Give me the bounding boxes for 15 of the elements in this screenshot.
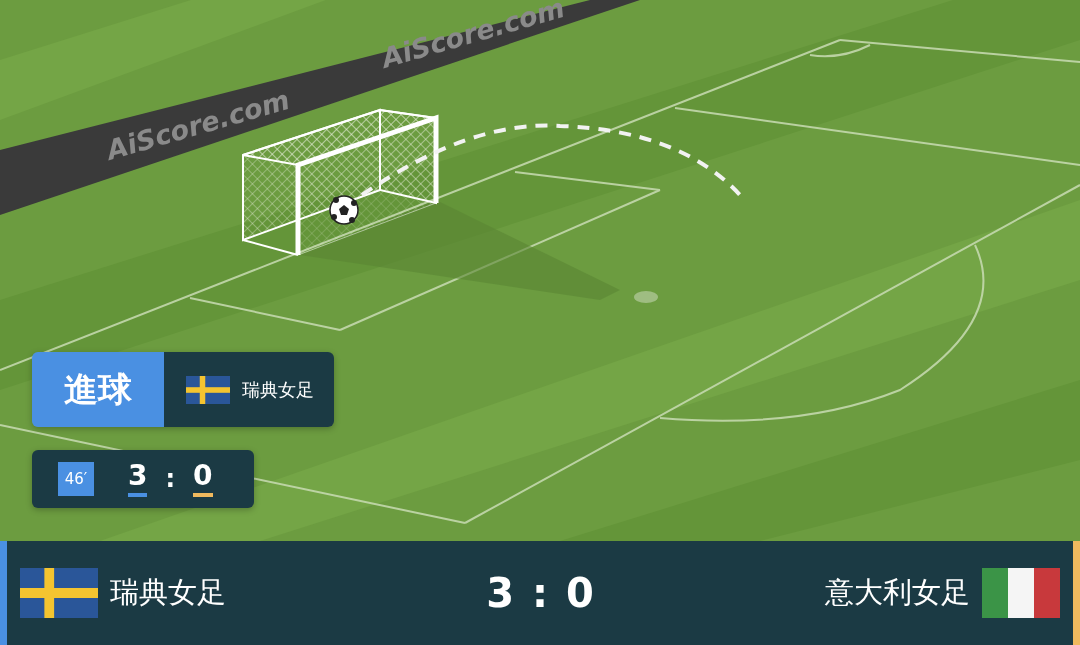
home-score: 3 — [128, 461, 148, 497]
home-score: 3 — [486, 570, 514, 616]
event-team-name: 瑞典女足 — [242, 377, 314, 402]
away-score: 0 — [566, 570, 594, 616]
sweden-flag-icon — [186, 375, 230, 404]
home-team-name: 瑞典女足 — [110, 574, 226, 611]
score-separator: : — [165, 465, 176, 493]
away-score: 0 — [193, 461, 213, 497]
italy-flag-icon — [982, 568, 1060, 618]
away-team-name: 意大利女足 — [825, 574, 970, 611]
score-separator: : — [532, 570, 548, 616]
sweden-flag-icon — [20, 568, 98, 618]
event-label: 進球 — [32, 352, 164, 427]
match-minute: 46′ — [58, 462, 94, 496]
ball-icon — [329, 195, 359, 225]
